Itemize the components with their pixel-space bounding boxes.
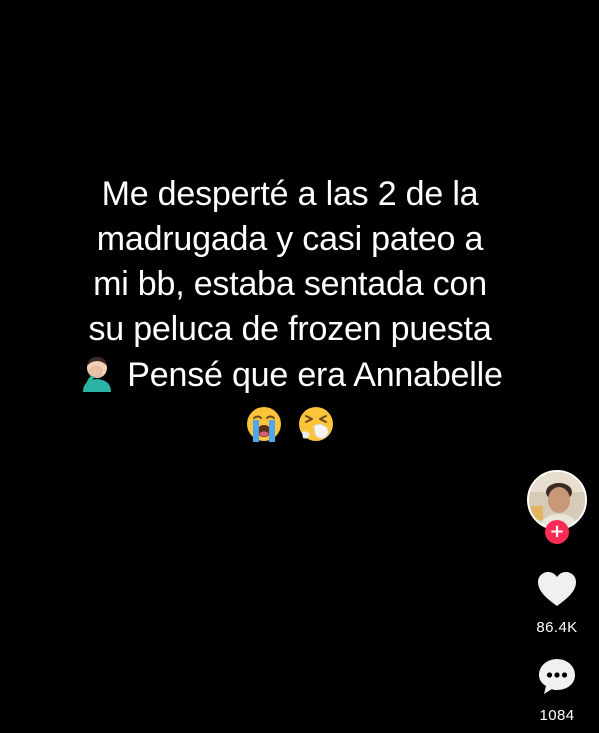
caption-line: su peluca de frozen puesta <box>88 310 492 348</box>
video-screen[interactable]: Me desperté a las 2 de la madrugada y ca… <box>0 0 599 733</box>
like-button[interactable]: 86.4K <box>522 570 592 636</box>
caption-line-with-emoji: Pensé que era Annabelle <box>40 352 540 404</box>
caption-line: mi bb, estaba sentada con <box>93 265 487 303</box>
heart-icon[interactable] <box>522 570 592 613</box>
caption-line: madrugada y casi pateo a <box>96 220 484 258</box>
comment-icon[interactable] <box>522 656 592 701</box>
caption-emoji-row <box>40 404 540 456</box>
creator-avatar[interactable]: + <box>527 470 587 544</box>
comment-count: 1084 <box>539 707 575 724</box>
comment-button[interactable]: 1084 <box>522 656 592 724</box>
facepalm-emoji-icon <box>77 352 117 404</box>
caption-line-text: Pensé que era Annabelle <box>127 356 503 394</box>
loudly-crying-face-icon <box>244 404 284 456</box>
follow-button[interactable]: + <box>545 520 569 544</box>
post-caption: Me desperté a las 2 de la madrugada y ca… <box>40 172 540 456</box>
action-rail: + 86.4K 1084 <box>522 470 592 733</box>
like-count: 86.4K <box>536 619 578 636</box>
caption-line: Me desperté a las 2 de la <box>101 175 479 213</box>
sneezing-face-icon <box>296 404 336 456</box>
